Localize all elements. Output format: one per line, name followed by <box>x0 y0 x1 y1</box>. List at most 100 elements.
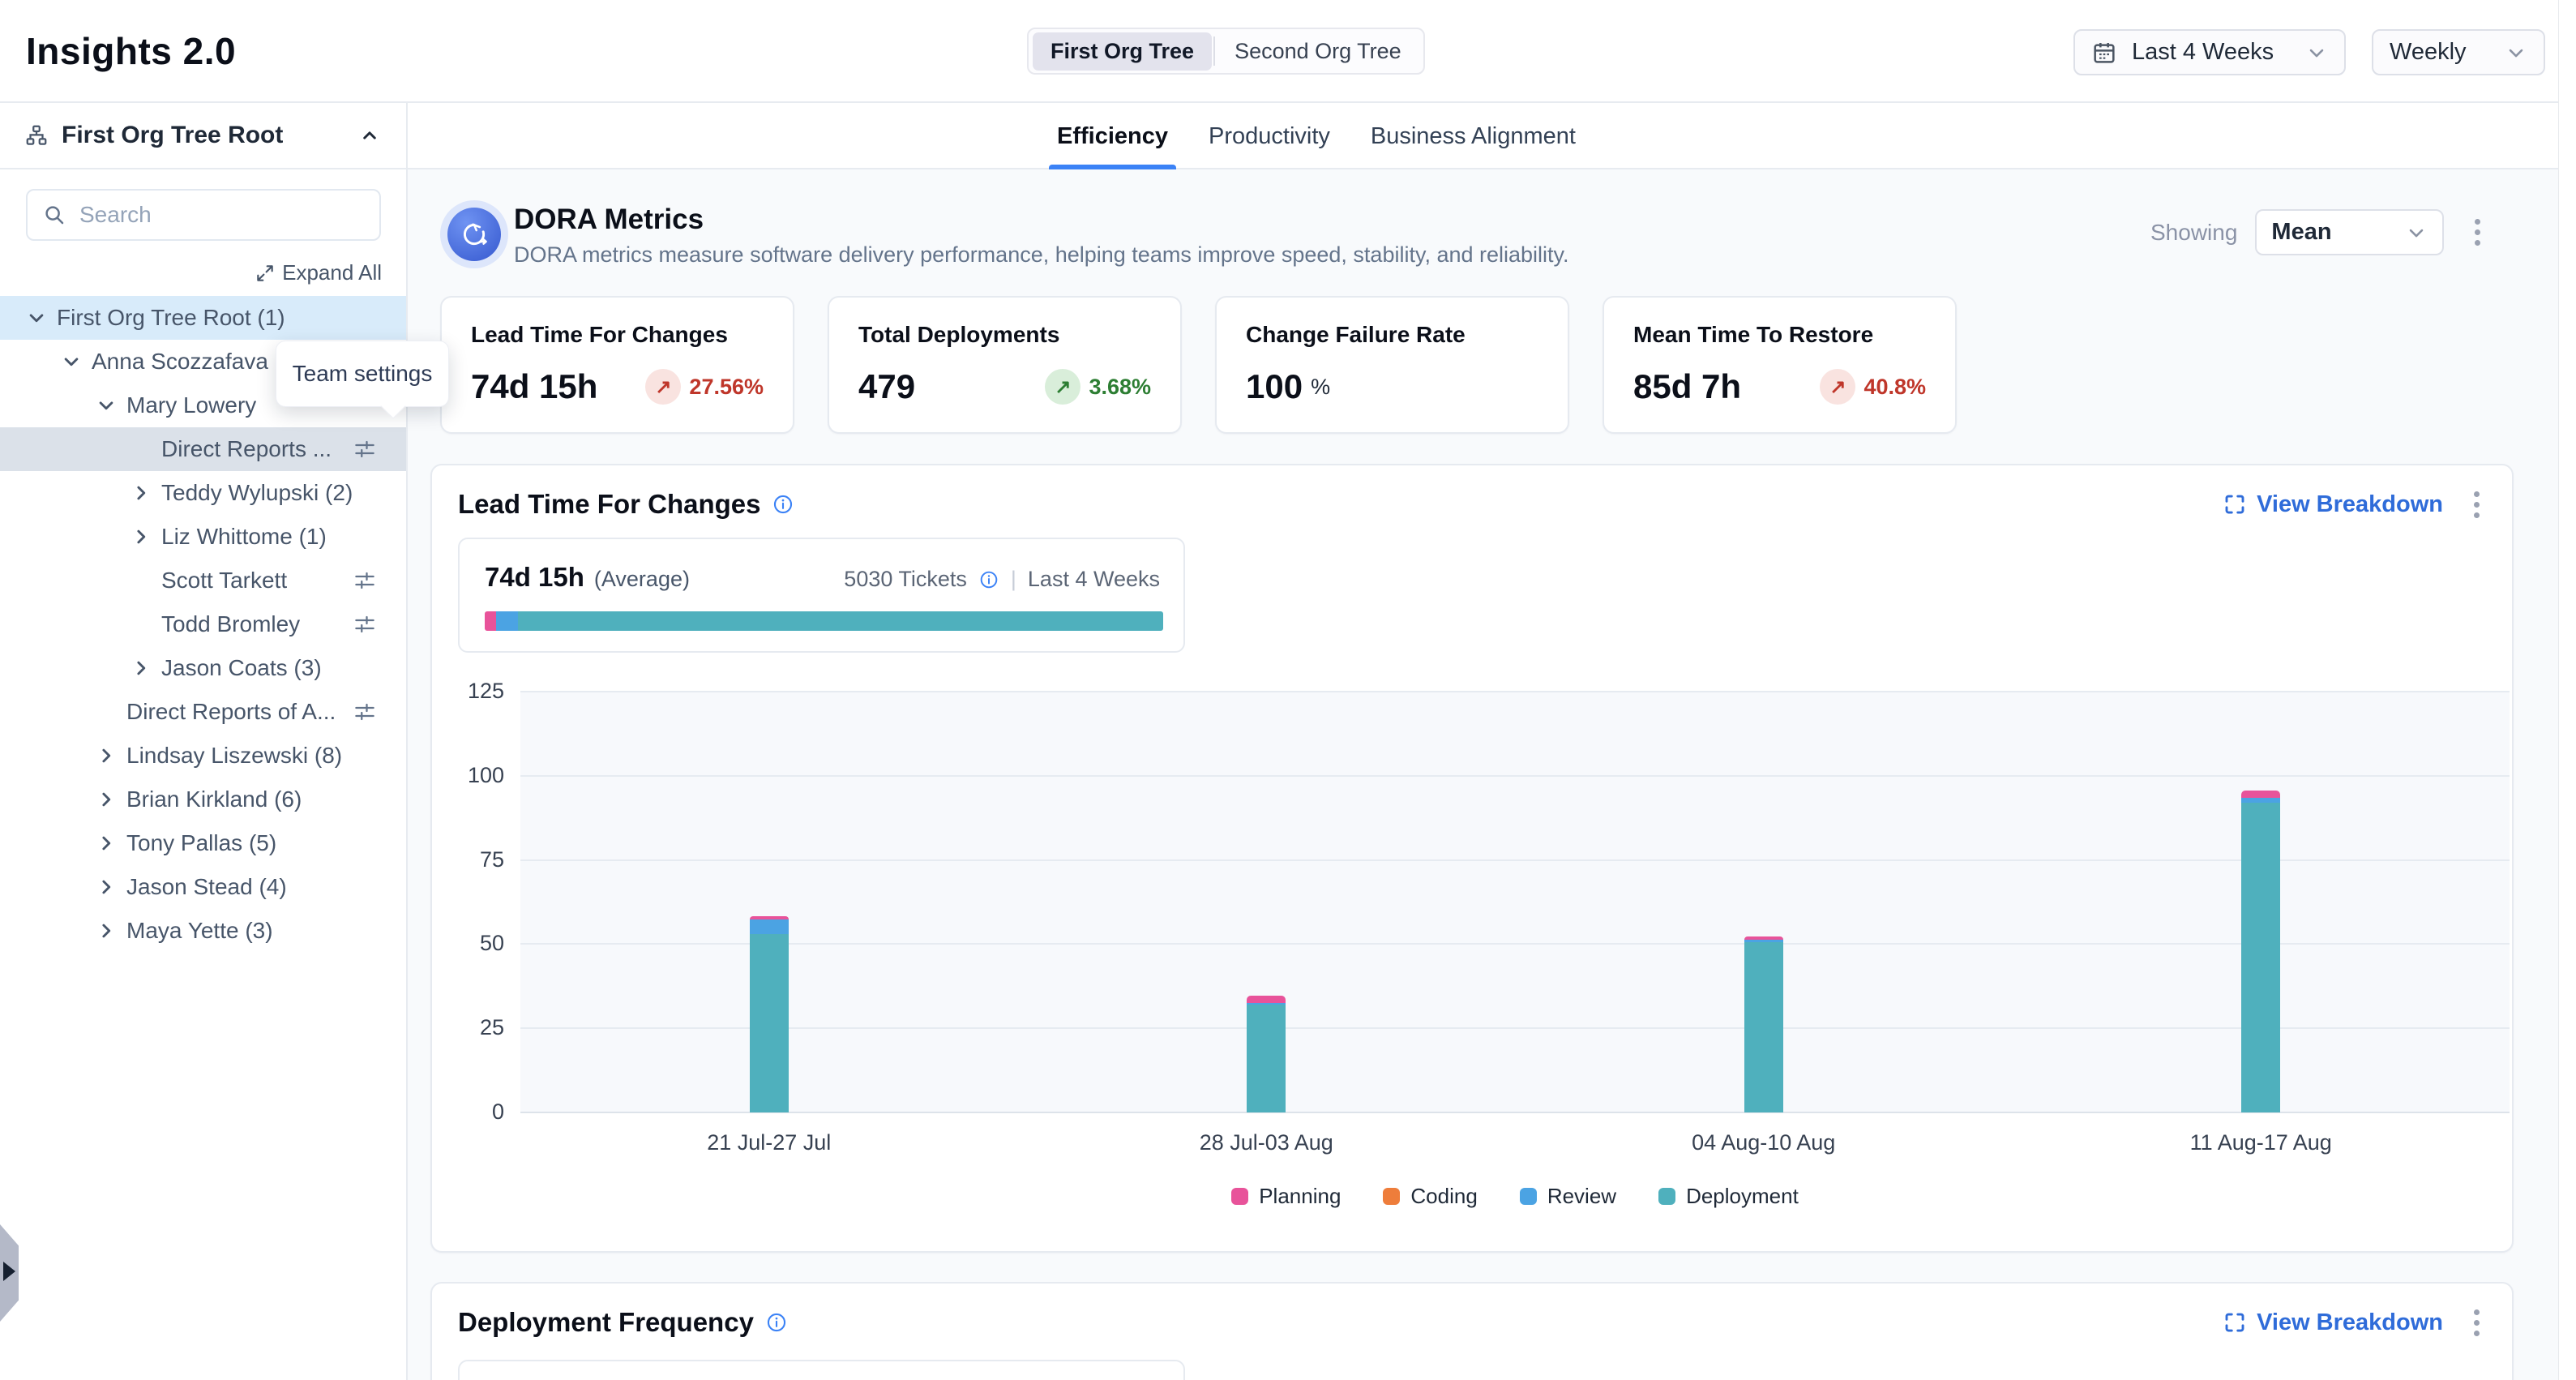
metric-card-total-deployments: Total Deployments479↗3.68% <box>828 296 1182 434</box>
metric-card-value: 479 <box>858 367 915 406</box>
x-axis-label-28-jul-03-aug: 28 Jul-03 Aug <box>1145 1130 1388 1155</box>
tree-item-first-org-tree-root-1[interactable]: First Org Tree Root (1) <box>0 296 406 340</box>
chevron-up-icon[interactable] <box>357 123 382 148</box>
y-axis-label-0: 0 <box>433 1099 504 1125</box>
legend-item-deployment[interactable]: Deployment <box>1658 1184 1799 1209</box>
tree-item-label: Mary Lowery <box>126 392 256 418</box>
date-range-select[interactable]: Last 4 Weeks <box>2073 29 2346 75</box>
tree-item-todd-bromley[interactable]: Todd Bromley <box>0 602 406 646</box>
tab-business-alignment[interactable]: Business Alignment <box>1367 103 1579 169</box>
dora-menu-button[interactable] <box>2467 214 2488 251</box>
sidebar-collapse-handle[interactable] <box>0 1224 19 1322</box>
metric-card-title: Lead Time For Changes <box>471 322 764 348</box>
chevron-down-icon[interactable] <box>24 306 57 330</box>
chevron-right-icon[interactable] <box>94 875 126 899</box>
bar-04-aug-10-aug-review[interactable] <box>1744 940 1783 942</box>
bar-21-jul-27-jul-review[interactable] <box>750 919 789 934</box>
chevron-down-icon[interactable] <box>94 393 126 418</box>
tree-item-label: Liz Whittome (1) <box>161 524 327 550</box>
tree-item-label: Lindsay Liszewski (8) <box>126 743 342 769</box>
chevron-right-icon[interactable] <box>94 831 126 855</box>
chevron-right-icon[interactable] <box>129 481 161 505</box>
team-settings-icon[interactable] <box>353 437 377 461</box>
org-tree-option-first-org-tree[interactable]: First Org Tree <box>1033 32 1212 71</box>
tree-item-jason-coats-3[interactable]: Jason Coats (3) <box>0 646 406 690</box>
view-breakdown-label: View Breakdown <box>2257 491 2443 518</box>
team-settings-icon[interactable] <box>353 700 377 724</box>
team-settings-icon[interactable] <box>353 612 377 636</box>
chevron-right-icon[interactable] <box>129 656 161 680</box>
tree-item-teddy-wylupski-2[interactable]: Teddy Wylupski (2) <box>0 471 406 515</box>
page-scrollbar[interactable] <box>2558 0 2576 1380</box>
chevron-down-icon <box>2305 41 2328 64</box>
org-tree-option-second-org-tree[interactable]: Second Org Tree <box>1217 32 1419 71</box>
tree-item-direct-reports[interactable]: Direct Reports ... <box>0 427 406 471</box>
bar-28-jul-03-aug-deployment[interactable] <box>1247 1005 1286 1112</box>
tree-item-maya-yette-3[interactable]: Maya Yette (3) <box>0 909 406 953</box>
expand-icon <box>255 263 276 284</box>
info-icon[interactable] <box>772 493 794 516</box>
bar-04-aug-10-aug-planning[interactable] <box>1744 936 1783 940</box>
chevron-down-icon[interactable] <box>59 349 92 374</box>
granularity-select[interactable]: Weekly <box>2372 29 2545 75</box>
tree-item-jason-stead-4[interactable]: Jason Stead (4) <box>0 865 406 909</box>
gridline-100 <box>520 775 2510 777</box>
sidebar-search <box>26 189 381 241</box>
gridline-0 <box>520 1112 2510 1113</box>
info-icon[interactable] <box>765 1311 788 1334</box>
info-icon[interactable] <box>978 569 999 590</box>
granularity-value: Weekly <box>2390 39 2467 66</box>
chevron-spacer <box>129 437 161 461</box>
tree-item-scott-tarkett[interactable]: Scott Tarkett <box>0 559 406 602</box>
legend-item-coding[interactable]: Coding <box>1383 1184 1477 1209</box>
lead-time-menu-button[interactable] <box>2466 486 2488 523</box>
showing-row: Showing Mean <box>2150 209 2488 255</box>
expand-all-button[interactable]: Expand All <box>255 260 382 285</box>
legend-swatch-coding <box>1383 1188 1400 1205</box>
bar-28-jul-03-aug-planning[interactable] <box>1247 996 1286 1003</box>
bar-21-jul-27-jul-planning[interactable] <box>750 916 789 919</box>
chevron-right-icon[interactable] <box>129 525 161 549</box>
bar-11-aug-17-aug-review[interactable] <box>2241 798 2280 803</box>
chevron-down-icon <box>2505 41 2527 64</box>
distribution-segment-review <box>496 611 518 631</box>
lead-time-view-breakdown-link[interactable]: View Breakdown <box>2223 491 2443 518</box>
deployment-menu-button[interactable] <box>2466 1305 2488 1341</box>
bar-28-jul-03-aug-review[interactable] <box>1247 1003 1286 1005</box>
chart-legend: Planning Coding Review Deployment <box>520 1184 2510 1209</box>
tree-item-liz-whittome-1[interactable]: Liz Whittome (1) <box>0 515 406 559</box>
tree-item-lindsay-liszewski-8[interactable]: Lindsay Liszewski (8) <box>0 734 406 778</box>
deployment-view-breakdown-link[interactable]: View Breakdown <box>2223 1309 2443 1336</box>
legend-item-review[interactable]: Review <box>1520 1184 1616 1209</box>
chevron-right-icon[interactable] <box>94 744 126 768</box>
bar-11-aug-17-aug-deployment[interactable] <box>2241 803 2280 1112</box>
bar-04-aug-10-aug-deployment[interactable] <box>1744 942 1783 1112</box>
metric-cards: Lead Time For Changes74d 15h↗27.56%Total… <box>440 296 1957 434</box>
gridline-125 <box>520 691 2510 692</box>
search-input[interactable] <box>26 189 381 241</box>
chevron-right-icon[interactable] <box>94 787 126 812</box>
aggregation-select[interactable]: Mean <box>2255 209 2444 255</box>
lead-time-chart-plot <box>520 692 2510 1112</box>
tree-item-label: Maya Yette (3) <box>126 918 273 944</box>
tab-efficiency[interactable]: Efficiency <box>1054 103 1171 169</box>
tree-item-brian-kirkland-6[interactable]: Brian Kirkland (6) <box>0 778 406 821</box>
tab-productivity[interactable]: Productivity <box>1205 103 1333 169</box>
team-settings-icon[interactable] <box>353 568 377 593</box>
metric-card-value-row: 479↗3.68% <box>858 367 1151 406</box>
y-axis-label-100: 100 <box>433 763 504 788</box>
deployment-frequency-title: Deployment Frequency <box>458 1307 754 1338</box>
metric-card-value-row: 100% <box>1246 367 1538 406</box>
bar-11-aug-17-aug-planning[interactable] <box>2241 791 2280 798</box>
legend-swatch-deployment <box>1658 1188 1675 1205</box>
bar-21-jul-27-jul-deployment[interactable] <box>750 934 789 1112</box>
chevron-right-icon[interactable] <box>94 919 126 943</box>
chevron-spacer <box>129 568 161 593</box>
legend-item-planning[interactable]: Planning <box>1231 1184 1341 1209</box>
sidebar-header[interactable]: First Org Tree Root <box>0 103 406 169</box>
trend-arrow-icon: ↗ <box>1045 369 1080 405</box>
metric-card-title: Mean Time To Restore <box>1633 322 1926 348</box>
collapse-arrow-icon <box>3 1262 15 1281</box>
tree-item-direct-reports-of-a[interactable]: Direct Reports of A... <box>0 690 406 734</box>
tree-item-tony-pallas-5[interactable]: Tony Pallas (5) <box>0 821 406 865</box>
